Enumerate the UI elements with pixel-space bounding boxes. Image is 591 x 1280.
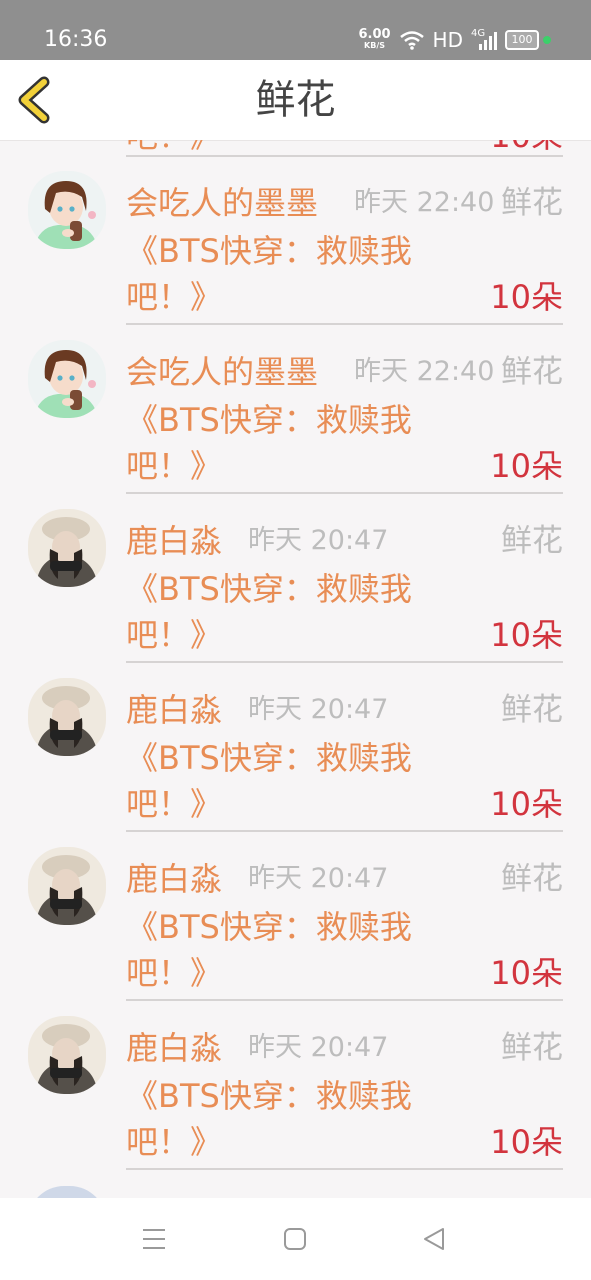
list-item[interactable]: 鹿白淼 昨天 20:47 鲜花 《BTS快穿：救赎我 吧！》 10朵 [0,833,591,1002]
status-time: 16:36 [44,27,108,52]
record-header: 会吃人的墨墨 昨天 22:40 鲜花 [126,183,563,223]
user-name[interactable]: 鹿白淼 [126,859,222,899]
book-title-line2: 吧！》 [126,140,222,156]
home-square-icon[interactable] [283,1227,307,1251]
network-speed: 6.00 KB/S [358,27,391,51]
list-item-partial: 吧！》 10朵 [0,140,591,157]
battery-level: 100 [505,30,539,50]
wifi-icon [399,31,424,50]
book-title-line1[interactable]: 《BTS快穿：救赎我 [126,231,412,271]
record-header: 鹿白淼 昨天 20:47 鲜花 [126,521,563,561]
flower-count: 10朵 [490,140,563,156]
menu-icon[interactable] [141,1226,167,1252]
battery-icon: 100 [505,30,551,50]
flower-record-list[interactable]: 吧！》 10朵 会吃人的墨墨 昨天 22:40 鲜花 《BTS快穿：救赎我 吧！ [0,140,591,1198]
gift-type: 鲜花 [501,692,563,728]
list-item[interactable]: 鹿白淼 昨天 20:47 鲜花 《BTS快穿：救赎我 吧！》 10朵 [0,495,591,664]
avatar[interactable] [28,1016,106,1094]
status-icons: 6.00 KB/S HD 4G 100 [358,26,551,54]
book-title-line2[interactable]: 吧！》 [126,446,222,486]
avatar[interactable] [28,171,106,249]
network-speed-value: 6.00 [358,27,391,42]
avatar[interactable] [28,340,106,418]
record-header: 鹿白淼 昨天 20:47 鲜花 [126,859,563,899]
record-time: 昨天 22:40 [354,356,495,387]
list-item[interactable]: 鹿白淼 昨天 20:47 鲜花 《BTS快穿：救赎我 吧！》 10朵 [0,1002,591,1171]
status-bar: 16:36 6.00 KB/S HD 4G 100 [0,0,591,60]
record-time: 昨天 20:47 [248,863,389,894]
hd-label: HD [432,28,463,52]
avatar[interactable] [28,847,106,925]
flower-count: 10朵 [490,1123,563,1161]
row-divider [126,830,563,832]
user-name[interactable]: 鹿白淼 [126,1028,222,1068]
flower-count: 10朵 [490,954,563,992]
book-title-line2[interactable]: 吧！》 [126,277,222,317]
list-item[interactable]: 鹿白淼 昨天 20:47 鲜花 《BTS快穿：救赎我 吧！》 10朵 [0,664,591,833]
book-title-line2[interactable]: 吧！》 [126,1122,222,1162]
book-title-line1[interactable]: 《BTS快穿：救赎我 [126,907,412,947]
record-header: 会吃人的墨墨 昨天 22:40 鲜花 [126,352,563,392]
app-header: 鲜花 [0,60,591,141]
user-name[interactable]: 会吃人的墨墨 [126,352,318,392]
gift-type: 鲜花 [501,861,563,897]
signal-icon: 4G [471,28,497,50]
flower-count: 10朵 [490,278,563,316]
gift-type: 鲜花 [501,523,563,559]
charging-dot [543,36,551,44]
avatar-partial [28,1186,106,1198]
book-title-line2[interactable]: 吧！》 [126,784,222,824]
row-divider [126,661,563,663]
book-title-line2[interactable]: 吧！》 [126,953,222,993]
book-title-line2[interactable]: 吧！》 [126,615,222,655]
book-title-line1[interactable]: 《BTS快穿：救赎我 [126,738,412,778]
list-item[interactable]: 会吃人的墨墨 昨天 22:40 鲜花 《BTS快穿：救赎我 吧！》 10朵 [0,157,591,326]
avatar[interactable] [28,509,106,587]
record-time: 昨天 22:40 [354,187,495,218]
book-title-line1[interactable]: 《BTS快穿：救赎我 [126,569,412,609]
user-name[interactable]: 鹿白淼 [126,521,222,561]
flower-count: 10朵 [490,447,563,485]
system-nav-bar [0,1198,591,1280]
user-name[interactable]: 鹿白淼 [126,690,222,730]
row-divider [126,1168,563,1170]
back-triangle-icon[interactable] [421,1226,447,1252]
list-item[interactable]: 会吃人的墨墨 昨天 22:40 鲜花 《BTS快穿：救赎我 吧！》 10朵 [0,326,591,495]
row-divider [126,999,563,1001]
book-title-line1[interactable]: 《BTS快穿：救赎我 [126,1076,412,1116]
flower-count: 10朵 [490,616,563,654]
record-time: 昨天 20:47 [248,525,389,556]
avatar[interactable] [28,678,106,756]
flower-count: 10朵 [490,785,563,823]
record-header: 鹿白淼 昨天 20:47 鲜花 [126,1028,563,1068]
record-time: 昨天 20:47 [248,1032,389,1063]
gift-type: 鲜花 [501,354,563,390]
gift-type: 鲜花 [501,1030,563,1066]
page-title: 鲜花 [255,77,336,123]
user-name[interactable]: 会吃人的墨墨 [126,183,318,223]
book-title-line1[interactable]: 《BTS快穿：救赎我 [126,400,412,440]
row-divider [126,323,563,325]
network-speed-unit: KB/S [364,41,385,50]
record-header: 鹿白淼 昨天 20:47 鲜花 [126,690,563,730]
row-divider [126,492,563,494]
record-time: 昨天 20:47 [248,694,389,725]
gift-type: 鲜花 [501,185,563,221]
